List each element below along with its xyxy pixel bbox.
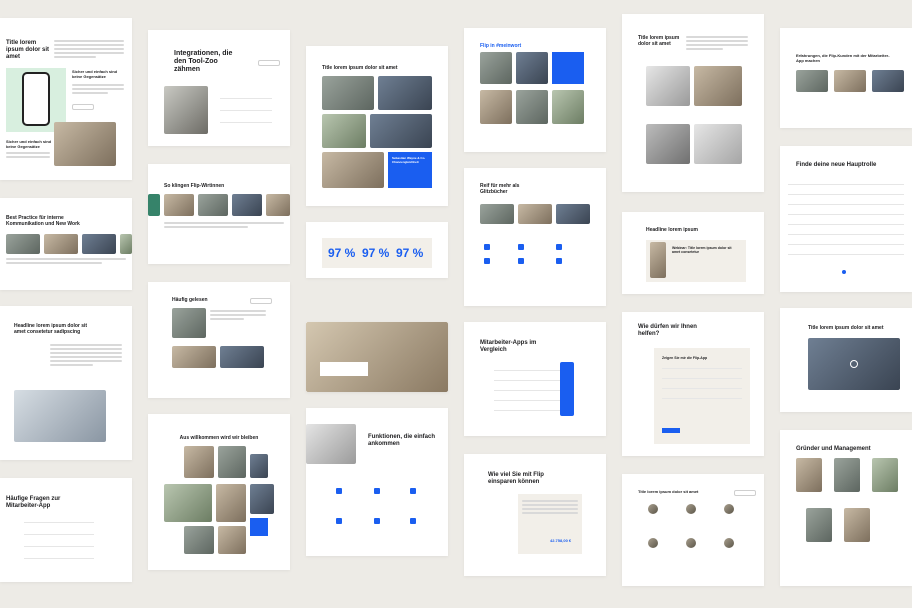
card-title: Title lorem ipsum dolor sit amet	[638, 489, 699, 494]
card-contact-form: Wie dürfen wir Ihnen helfen? Zeigen Sie …	[622, 312, 764, 456]
submit-button[interactable]	[662, 428, 680, 433]
card-title: Title lorem ipsum dolor sit amet	[638, 35, 680, 47]
card-testimonials: So klingen Flip-Wirtinnen	[148, 164, 290, 264]
card-customers: Erfahrungen, die Flip-Kunden mit der Mit…	[780, 28, 912, 128]
card-best-practice: Best Practice für interne Kommunikation …	[0, 198, 132, 290]
card-title: Finde deine neue Hauptrolle	[796, 162, 877, 168]
hand-phone-image	[14, 390, 106, 442]
card-title: Häufige Fragen zur Mitarbeiter-App	[6, 496, 61, 509]
card-title: Title lorem ipsum dolor sit amet	[322, 65, 398, 71]
form-title: Zeigen Sie mir die Flip-App	[662, 356, 708, 360]
stat-value-3: 97 %	[396, 246, 424, 260]
card-title: Aus willkommen wird wir bleiben	[179, 435, 259, 441]
video-thumbnail[interactable]	[808, 338, 900, 390]
card-hero-photo	[306, 322, 448, 392]
cta-text: Sebastian Wayne & Co. Chancengleichheit	[392, 156, 426, 164]
more-button[interactable]	[734, 490, 756, 496]
card-headline-image: Headline lorem ipsum dolor sit amet cons…	[0, 306, 132, 460]
card-glitzbuecher: Reif für mehr als Glitzbücher	[464, 168, 606, 306]
savings-total: 42.758,00 €	[550, 538, 572, 543]
card-title-images: Title lorem ipsum dolor sit amet	[622, 14, 764, 192]
card-integrations: Integrationen, die den Tool-Zoo zähmen	[148, 30, 290, 146]
card-title: Title lorem ipsum dolor sit amet	[6, 40, 50, 60]
card-jobs: Finde deine neue Hauptrolle	[780, 146, 912, 292]
stat-value-2: 97 %	[362, 246, 390, 260]
person-image	[54, 122, 116, 166]
cta-box[interactable]: Sebastian Wayne & Co. Chancengleichheit	[388, 152, 432, 188]
card-title: Wie dürfen wir Ihnen helfen?	[638, 324, 697, 337]
card-comparison: Mitarbeiter-Apps im Vergleich	[464, 322, 606, 436]
card-image-grid: Title lorem ipsum dolor sit amet Sebasti…	[306, 46, 448, 206]
card-title: Title lorem ipsum dolor sit amet	[808, 325, 884, 331]
card-features: Funktionen, die einfach ankommen	[306, 408, 448, 556]
card-title: Gründer und Management	[796, 446, 871, 452]
card-title: Integrationen, die den Tool-Zoo zähmen	[174, 50, 233, 74]
card-video: Title lorem ipsum dolor sit amet	[780, 308, 912, 412]
card-stats: 97 % 97 % 97 %	[306, 222, 448, 278]
section-heading: Sicher und einfach sind keine Gegensätze	[72, 69, 118, 79]
webinar-text: Webinar: Title lorem ipsum dolor sit ame…	[672, 246, 732, 254]
section-heading: Sicher und einfach sind keine Gegensätze	[6, 139, 52, 149]
card-title: Headline lorem ipsum dolor sit amet cons…	[14, 323, 88, 335]
card-title: Funktionen, die einfach ankommen	[368, 434, 436, 447]
card-title: Mitarbeiter-Apps im Vergleich	[480, 340, 537, 353]
card-title: Erfahrungen, die Flip-Kunden mit der Mit…	[796, 53, 890, 63]
card-frequently-read: Häufig gelesen	[148, 282, 290, 398]
card-team: Title lorem ipsum dolor sit amet	[622, 474, 764, 586]
card-title: Häufig gelesen	[172, 297, 208, 303]
more-button[interactable]	[258, 60, 280, 66]
card-title: So klingen Flip-Wirtinnen	[164, 183, 225, 189]
more-button[interactable]	[72, 104, 94, 110]
card-title: Wie viel Sie mit Flip einsparen können	[488, 472, 544, 485]
card-social-grid: Flip in #meinwort	[464, 28, 606, 152]
card-title: Best Practice für interne Kommunikation …	[6, 215, 80, 227]
pagination-active[interactable]	[842, 270, 846, 274]
more-button[interactable]	[250, 298, 272, 304]
card-feature-split: Title lorem ipsum dolor sit amet Sicher …	[0, 18, 132, 180]
card-webinar: Headline lorem ipsum Webinar: Title lore…	[622, 212, 764, 294]
stat-value-1: 97 %	[328, 246, 356, 260]
card-savings-calculator: Wie viel Sie mit Flip einsparen können 4…	[464, 454, 606, 576]
card-title: Flip in #meinwort	[480, 43, 522, 49]
play-icon[interactable]	[850, 360, 858, 368]
card-title: Reif für mehr als Glitzbücher	[480, 183, 520, 195]
card-welcome: Aus willkommen wird wir bleiben	[148, 414, 290, 570]
card-faq: Häufige Fragen zur Mitarbeiter-App	[0, 478, 132, 582]
phone-hand-image	[164, 86, 208, 134]
card-title: Headline lorem ipsum	[646, 227, 698, 233]
card-management: Gründer und Management	[780, 430, 912, 586]
